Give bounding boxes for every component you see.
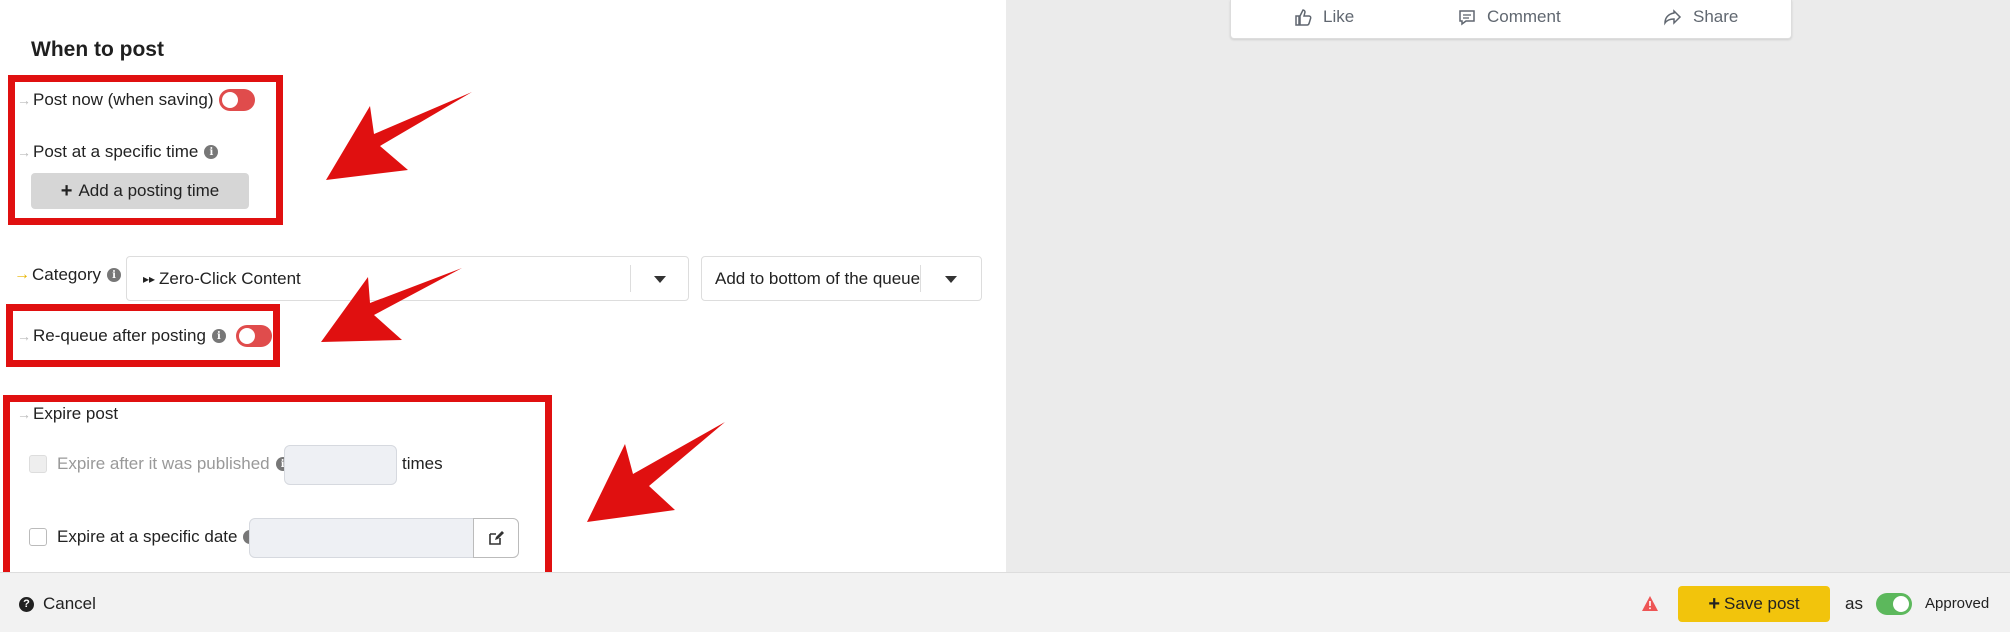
select-divider [630,265,631,292]
category-value: Zero-Click Content [159,268,301,288]
chevron-down-icon [654,276,666,283]
info-icon[interactable]: i [106,268,121,282]
preview-panel [1006,0,2010,572]
as-label: as [1845,594,1863,613]
approved-status-label: Approved [1925,595,1990,612]
share-label: Share [1693,7,1739,26]
queue-position-select[interactable]: Add to bottom of the queue [701,256,982,301]
when-to-post-heading: When to post [31,38,164,61]
queue-position-value: Add to bottom of the queue [715,268,921,288]
thumbs-up-icon [1295,9,1312,26]
arrow-right-icon: → [14,266,30,283]
save-post-label: Save post [1724,594,1800,613]
annotation-arrow [321,268,462,342]
category-label: Category [32,265,101,284]
question-circle-icon: ? [19,596,34,612]
select-divider [920,265,921,292]
share-arrow-icon [1664,9,1682,26]
share-action: Share [1663,7,1738,27]
annotation-box [8,75,283,225]
post-preview-card: Like Comment Share [1230,0,1792,39]
approved-toggle[interactable] [1876,593,1912,615]
chevron-down-icon [945,276,957,283]
status-row: Approved [1925,595,1989,612]
like-action: Like [1293,7,1354,27]
like-label: Like [1323,7,1355,26]
annotation-arrow [587,422,725,522]
warning-icon[interactable] [1641,595,1659,612]
comment-action: Comment [1457,7,1561,27]
as-row: as [1845,594,1863,614]
cancel-label: Cancel [43,594,96,613]
cancel-button[interactable]: ? Cancel [19,594,96,614]
annotation-arrow [326,92,472,180]
plus-icon: + [1708,592,1721,615]
double-chevron-icon: ▸▸ [143,271,156,286]
comment-icon [1459,10,1475,26]
save-post-button[interactable]: + Save post [1678,586,1830,622]
annotation-box [6,304,280,367]
comment-label: Comment [1487,7,1561,26]
category-row: → Category i [14,265,121,285]
annotation-box [3,395,552,581]
